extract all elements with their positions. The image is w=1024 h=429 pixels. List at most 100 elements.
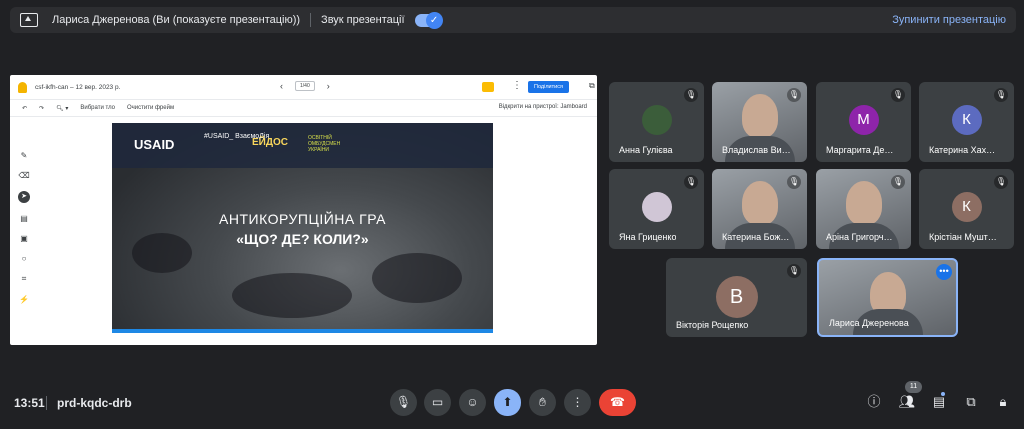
stop-presenting-button[interactable]: Зупинити презентацію [892,14,1006,26]
jamboard-header: csf-ikfh-can – 12 вер. 2023 р. ‹ 1/40 › … [10,75,597,99]
camera-icon: ▭ [431,395,444,409]
chevron-left-icon[interactable]: ‹ [280,81,283,91]
frame-navigator: ‹ 1/40 › [280,81,330,91]
mic-icon: 🎙︎ [395,395,412,409]
more-horiz-icon[interactable]: ••• [936,264,952,280]
participant-name: Катерина Бож… [722,232,790,242]
image-icon[interactable]: ▣ [20,234,28,243]
choose-background-button[interactable]: Вибрати тло [80,105,115,111]
presenting-banner: Лариса Джеренова (Ви (показуєте презента… [10,7,1016,33]
host-controls-icon[interactable]: 🔒︎ [993,392,1013,412]
share-button[interactable]: Поділитися [528,81,569,93]
participant-name: Катерина Хах… [929,145,996,155]
more-vert-icon: ⋮ [571,395,584,409]
participant-name: Яна Гриценко [619,232,677,242]
circle-icon[interactable]: ○ [22,254,27,263]
participant-tile[interactable]: 🎙︎ Анна Гулієва [609,82,704,162]
video-feed [741,94,778,138]
participant-tile-self[interactable]: ••• Лариса Джеренова [817,258,958,337]
meeting-time: 13:51 [14,396,45,410]
present-screen-icon [20,13,38,27]
mic-off-icon: 🎙︎ [994,175,1008,189]
text-box-icon[interactable]: ⌗ [22,274,27,284]
mic-off-icon: 🎙︎ [891,175,905,189]
presentation-sound-label: Звук презентації [321,14,405,26]
redo-icon[interactable]: ↷ [39,105,44,112]
camera-button[interactable]: ▭ [424,389,451,416]
slide-audience-shape [232,273,352,318]
participant-name: Аріна Григорч… [826,232,893,242]
participant-tile[interactable]: В 🎙︎ Вікторія Рощепко [666,258,807,337]
presentation-sound-toggle[interactable]: ✓ [414,11,443,29]
mic-off-icon: 🎙︎ [891,88,905,102]
jamboard-logo-icon [18,81,27,93]
avatar: В [715,276,758,318]
slide-bottom-bar [112,329,493,333]
participant-tile[interactable]: К 🎙︎ Катерина Хах… [919,82,1014,162]
participant-tile[interactable]: 🎙︎ Яна Гриценко [609,169,704,249]
raise-hand-button[interactable]: ✋︎ [529,389,556,416]
laser-icon[interactable]: ⚡ [19,295,29,304]
chevron-right-icon[interactable]: › [327,81,330,91]
mic-off-icon: 🎙︎ [787,175,801,189]
participant-tile[interactable]: К 🎙︎ Крістіан Мушт… [919,169,1014,249]
open-external-icon[interactable]: ⧉ [589,81,595,91]
jamboard-file-name[interactable]: csf-ikfh-can – 12 вер. 2023 р. [35,84,120,91]
avatar: М [848,105,879,135]
meet-badge-icon[interactable] [482,82,494,92]
mic-button[interactable]: 🎙︎ [390,389,417,416]
usaid-logo: USAID [134,137,175,152]
reactions-button[interactable]: ☺ [459,389,486,416]
pen-icon[interactable]: ✎ [21,151,28,160]
ombudsman-logo: ОСВІТНІЙ ОМБУДСМЕН УКРАЇНИ [308,135,341,153]
zoom-icon[interactable]: 🔍︎ ▾ [56,105,68,112]
slide-subtitle: «ЩО? ДЕ? КОЛИ?» [236,231,369,247]
participant-tile[interactable]: М 🎙︎ Маргарита Де… [816,82,911,162]
hang-up-icon: ☎︎ [610,395,625,409]
slide-audience-shape [372,253,462,303]
mic-off-icon: 🎙︎ [684,175,698,189]
participant-name: Маргарита Де… [826,145,894,155]
chat-icon[interactable]: ▤ [929,392,949,412]
meeting-details-icon[interactable]: ⓘ [864,392,884,412]
video-feed [845,181,882,225]
open-on-device-button[interactable]: Відкрити на пристрої: Jamboard [499,104,587,110]
frame-counter[interactable]: 1/40 [295,81,315,91]
more-options-button[interactable]: ⋮ [564,389,591,416]
participant-name: Крістіан Мушт… [929,232,997,242]
meeting-code: prd-kqdc-drb [57,396,132,410]
end-call-button[interactable]: ☎︎ [599,389,636,416]
undo-icon[interactable]: ↶ [22,105,27,112]
mic-off-icon: 🎙︎ [787,264,801,278]
mic-off-icon: 🎙︎ [684,88,698,102]
avatar [641,105,672,135]
clear-frame-button[interactable]: Очистити фрейм [127,105,174,111]
present-button[interactable]: ⬆ [494,389,521,416]
participant-name: Анна Гулієва [619,145,673,155]
eraser-icon[interactable]: ⌫ [18,171,29,180]
presenter-label: Лариса Джеренова (Ви (показуєте презента… [52,14,301,26]
check-icon: ✓ [425,11,443,29]
sticky-note-icon[interactable]: ▤ [20,214,28,223]
chat-notification-dot [941,392,945,396]
participant-tile[interactable]: 🎙︎ Аріна Григорч… [816,169,911,249]
participant-name: Лариса Джеренова [829,318,909,328]
avatar: К [951,192,982,222]
jamboard-toolbar: ↶ ↷ 🔍︎ ▾ Вибрати тло Очистити фрейм Відк… [10,99,597,117]
participant-name: Вікторія Рощепко [676,320,749,330]
participant-tile[interactable]: 🎙︎ Владислав Ви… [712,82,807,162]
banner-divider [310,13,312,27]
present-screen-icon: ⬆ [502,395,513,409]
slide-title: АНТИКОРУПЦІЙНА ГРА [219,211,386,227]
eidos-logo: ЕЙДОС [252,137,288,148]
people-icon[interactable]: 👥︎ [897,392,917,412]
more-vert-icon[interactable]: ⋮ [512,80,522,91]
select-icon[interactable]: ➤ [18,191,30,203]
bottom-divider [46,396,47,410]
mic-off-icon: 🎙︎ [787,88,801,102]
presentation-jamboard: csf-ikfh-can – 12 вер. 2023 р. ‹ 1/40 › … [10,75,597,345]
activities-icon[interactable]: ⧉ [961,392,981,412]
participant-tile[interactable]: 🎙︎ Катерина Бож… [712,169,807,249]
avatar: К [951,105,982,135]
jamboard-side-tools: ✎ ⌫ ➤ ▤ ▣ ○ ⌗ ⚡ [18,151,30,304]
